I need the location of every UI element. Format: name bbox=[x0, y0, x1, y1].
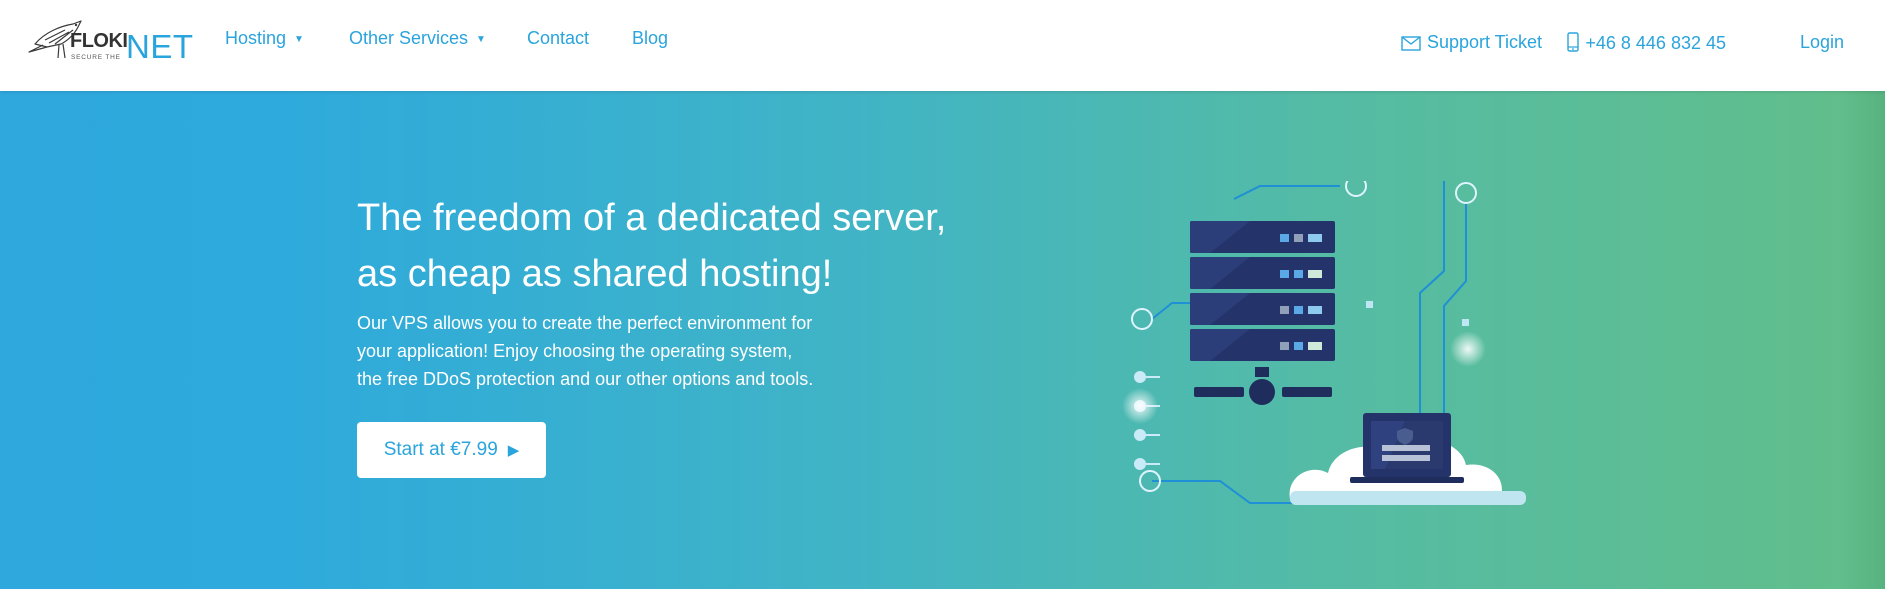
status-dot bbox=[1134, 458, 1146, 470]
nav-item-contact[interactable]: Contact bbox=[527, 28, 589, 49]
nav-item-other-services[interactable]: Other Services ▼ bbox=[349, 28, 486, 49]
mobile-phone-icon bbox=[1567, 32, 1580, 52]
glow-effect bbox=[1450, 331, 1486, 367]
nav-item-hosting[interactable]: Hosting ▼ bbox=[225, 28, 304, 49]
circuit-node bbox=[1345, 181, 1367, 197]
logo-brand-left: FLOKI bbox=[70, 30, 128, 52]
hero-description-line: your application! Enjoy choosing the ope… bbox=[357, 341, 793, 361]
circuit-line bbox=[1233, 185, 1340, 200]
support-ticket-label: Support Ticket bbox=[1426, 32, 1542, 52]
server-cloud-illustration bbox=[1122, 181, 1526, 505]
hero-title-line: as cheap as shared hosting! bbox=[357, 253, 833, 295]
status-dot bbox=[1134, 371, 1146, 383]
flokinet-logo[interactable]: FLOKI SECURE THE NET bbox=[25, 18, 195, 65]
start-at-price-button[interactable]: Start at €7.99 ▶ bbox=[357, 422, 546, 478]
nav-item-label: Blog bbox=[632, 28, 669, 48]
hero-description-line: the free DDoS protection and our other o… bbox=[357, 369, 814, 389]
hero-section: The freedom of a dedicated server, as ch… bbox=[0, 91, 1885, 589]
logo-tagline: SECURE THE bbox=[71, 54, 121, 61]
nav-item-blog[interactable]: Blog bbox=[632, 28, 668, 49]
page-bottom-edge bbox=[0, 589, 1885, 602]
status-dot bbox=[1134, 429, 1146, 441]
phone-link[interactable]: +46 8 446 832 45 bbox=[1567, 32, 1726, 54]
login-link[interactable]: Login bbox=[1800, 32, 1844, 53]
envelope-icon bbox=[1401, 36, 1421, 51]
nav-item-label: Other Services bbox=[349, 28, 469, 48]
circuit-line bbox=[1419, 181, 1445, 436]
site-header: FLOKI SECURE THE NET Hosting ▼ Other Serv… bbox=[0, 0, 1885, 91]
server-rack bbox=[1190, 221, 1335, 405]
glow-effect bbox=[1122, 388, 1158, 424]
hero-description-line: Our VPS allows you to create the perfect… bbox=[357, 313, 813, 333]
caret-down-icon: ▼ bbox=[476, 34, 486, 45]
nav-item-label: Contact bbox=[527, 28, 590, 48]
hero-title: The freedom of a dedicated server, as ch… bbox=[357, 190, 1057, 302]
cta-label: Start at €7.99 bbox=[383, 439, 498, 460]
logo-brand-right: NET bbox=[126, 28, 194, 65]
laptop-icon bbox=[1350, 413, 1464, 483]
caret-down-icon: ▼ bbox=[294, 34, 304, 45]
circuit-node bbox=[1455, 182, 1477, 204]
hero-description: Our VPS allows you to create the perfect… bbox=[357, 309, 917, 393]
support-ticket-link[interactable]: Support Ticket bbox=[1401, 32, 1542, 53]
nav-item-label: Hosting bbox=[225, 28, 287, 48]
play-arrow-icon: ▶ bbox=[507, 442, 520, 459]
hero-edge-shade bbox=[1840, 91, 1885, 589]
hero-title-line: The freedom of a dedicated server, bbox=[357, 197, 947, 239]
circuit-node bbox=[1131, 308, 1153, 330]
phone-label: +46 8 446 832 45 bbox=[1585, 33, 1726, 53]
